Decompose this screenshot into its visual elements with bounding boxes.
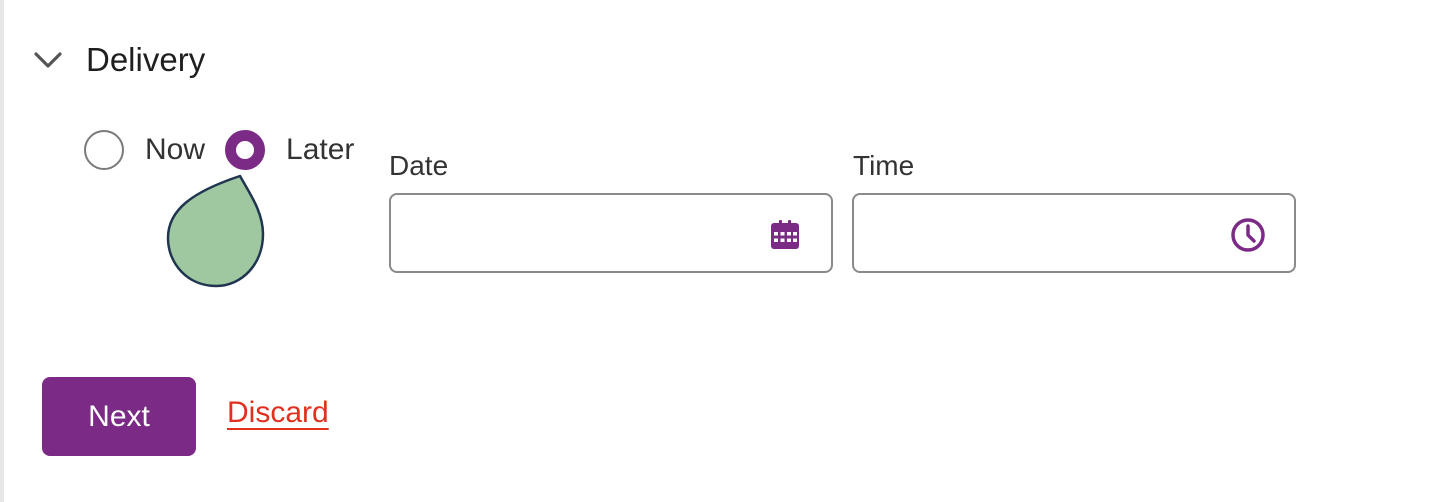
radio-now[interactable] (84, 130, 124, 170)
date-field-label: Date (389, 150, 449, 181)
radio-later-label[interactable]: Later (286, 133, 354, 167)
left-divider (0, 0, 4, 502)
time-field[interactable] (852, 193, 1296, 273)
radio-option-later[interactable]: Later (225, 130, 354, 170)
discard-link[interactable]: Discard (227, 396, 329, 430)
section-title: Delivery (86, 41, 206, 78)
next-button[interactable]: Next (42, 377, 196, 456)
clock-icon[interactable] (1230, 217, 1266, 253)
date-input[interactable] (405, 209, 749, 259)
radio-now-label[interactable]: Now (145, 133, 205, 167)
pointer-cursor-marker (166, 174, 265, 288)
delivery-section-header[interactable]: Delivery (30, 38, 205, 82)
delivery-timing-radio-group: Now Later (84, 128, 354, 172)
radio-option-now[interactable]: Now (84, 130, 225, 170)
calendar-icon[interactable] (767, 217, 803, 253)
chevron-down-icon[interactable] (30, 42, 66, 78)
radio-later[interactable] (225, 130, 266, 170)
time-input[interactable] (868, 209, 1212, 259)
time-field-label: Time (853, 150, 915, 181)
date-field[interactable] (389, 193, 833, 273)
